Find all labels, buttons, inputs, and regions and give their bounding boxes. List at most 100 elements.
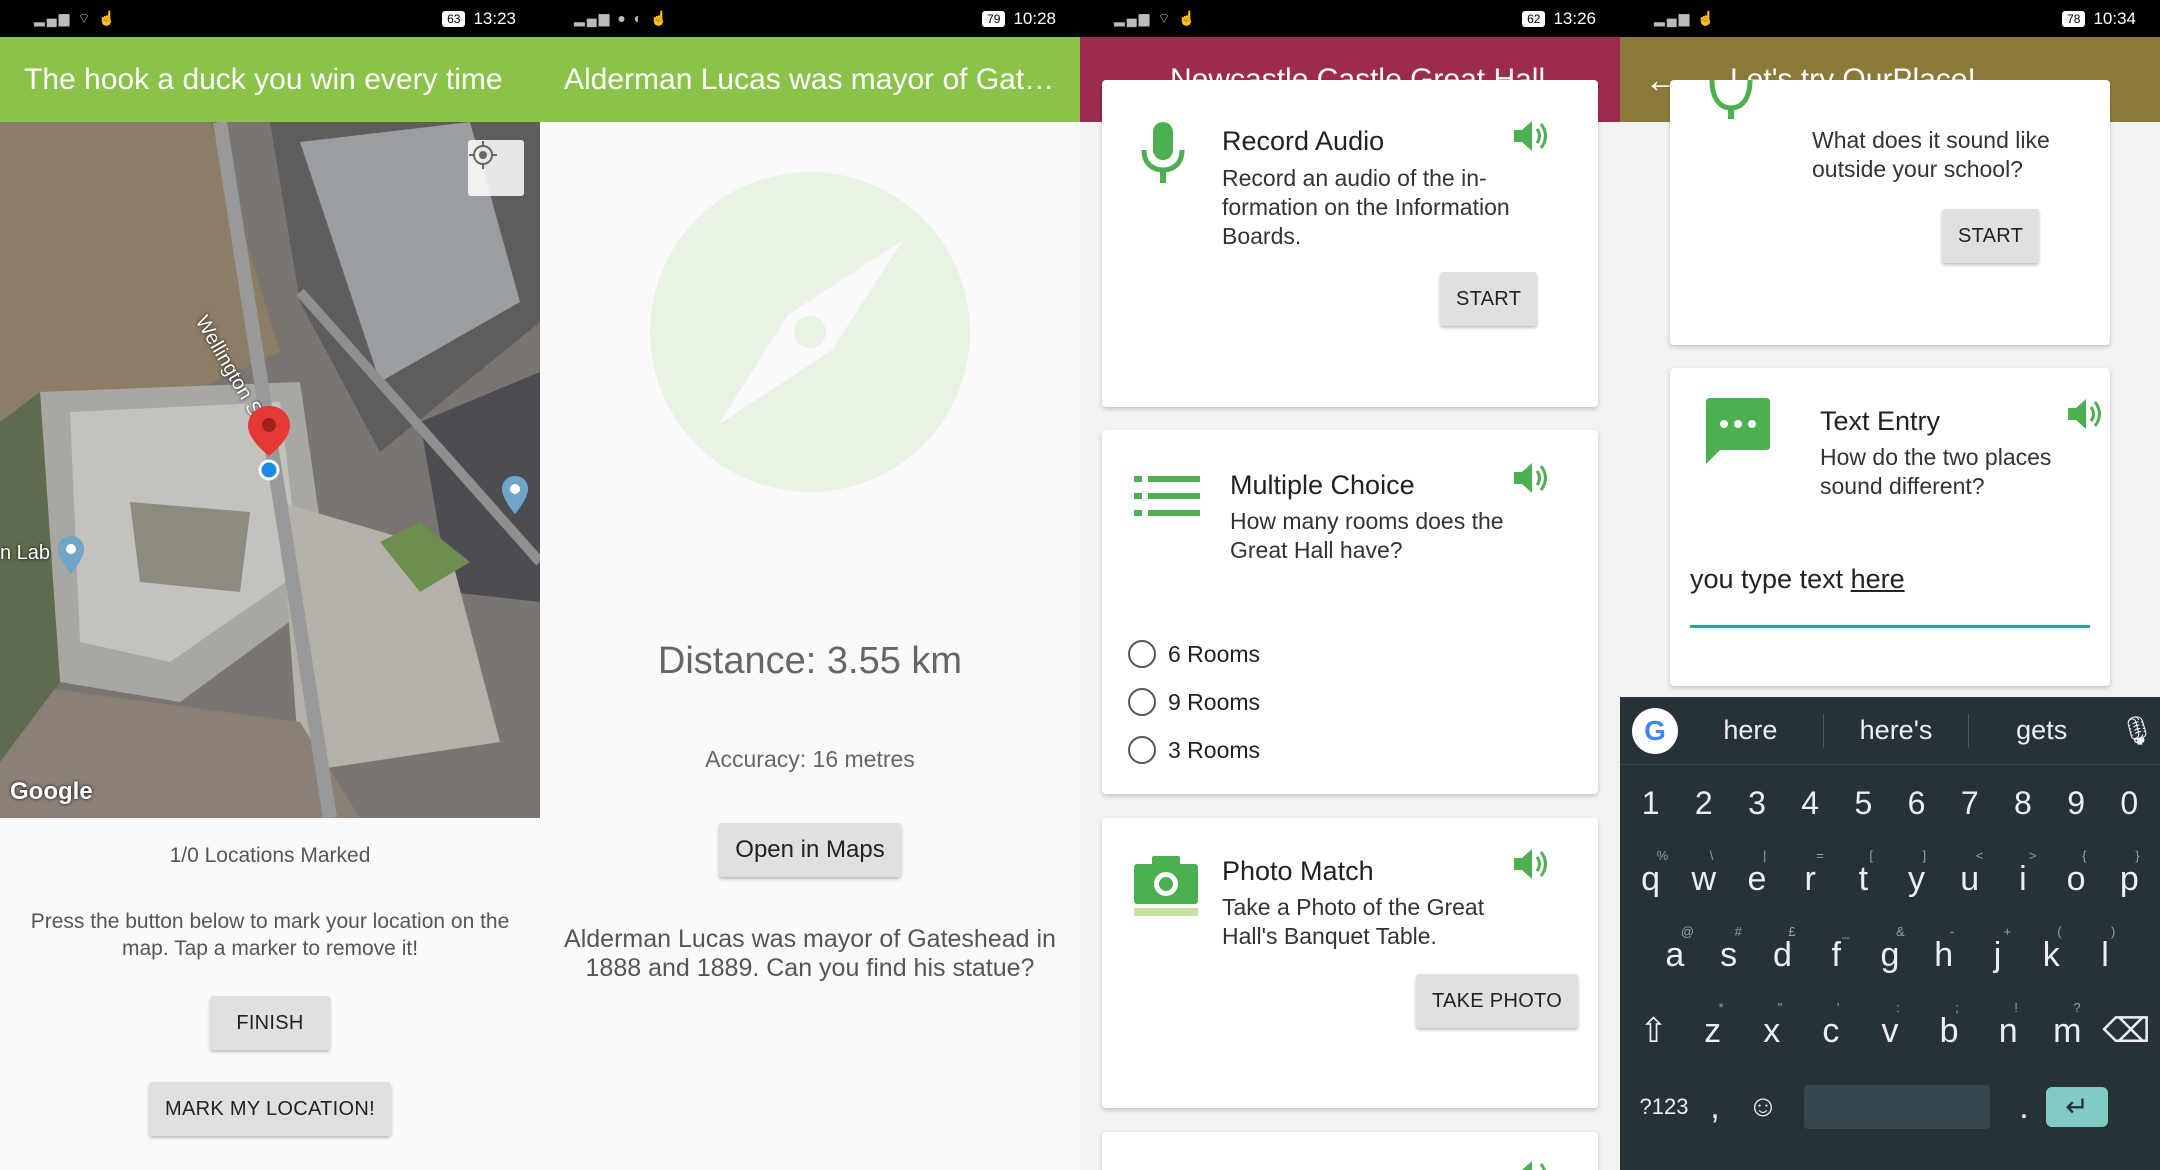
text-entry-screen: ▂▄▆ ☝ 78 10:34 ← Let's try OurPlace! Wha… [1620,0,2160,1170]
speaker-icon[interactable] [1510,458,1552,498]
photo-match-card[interactable]: Photo Match Take a Photo of the Great Ha… [1102,818,1598,1108]
key-h[interactable]: h- [1919,924,1969,975]
key-q[interactable]: q% [1626,848,1676,899]
key-hint: " [1777,999,1783,1015]
key-d[interactable]: d £ [1757,924,1807,975]
key-4[interactable]: 4 [1785,785,1835,822]
my-location-button[interactable] [468,140,524,196]
key-b[interactable]: b; [1924,1000,1974,1051]
key-label: j [1993,935,2002,974]
key-s[interactable]: s # [1704,924,1754,975]
key-w[interactable]: w \ [1679,848,1729,899]
key-g[interactable]: g & [1865,924,1915,975]
finish-button[interactable]: FINISH [210,996,330,1050]
speaker-icon[interactable] [2064,394,2106,434]
suggestion[interactable]: here's [1824,715,1969,746]
key-hint: < [1975,847,1984,863]
symbols-key[interactable]: ?123 [1632,1094,1696,1120]
radio-option[interactable]: 6 Rooms [1128,640,1260,668]
key-0[interactable]: 0 [2104,785,2154,822]
key-label: y [1908,859,1926,898]
key-label: 7 [1960,784,1979,821]
poi-marker-icon[interactable] [56,534,86,578]
battery-indicator: 79 [982,10,1006,27]
key-i[interactable]: i > [1998,848,2048,899]
emoji-icon[interactable]: ☺ [1734,1090,1792,1124]
satellite-map[interactable]: Wellington St n Lab Google [0,122,540,818]
key-e[interactable]: e | [1732,848,1782,899]
key-r[interactable]: r = [1785,848,1835,899]
mark-location-button[interactable]: MARK MY LOCATION! [149,1082,391,1136]
radio-option[interactable]: 3 Rooms [1128,736,1260,764]
key-hint: - [1949,923,1955,939]
key-n[interactable]: n! [1983,1000,2033,1051]
shift-key-icon[interactable]: ⇧ [1629,1011,1679,1051]
speaker-icon[interactable] [1510,1156,1552,1170]
key-x[interactable]: x " [1747,1000,1797,1051]
sound-question-card[interactable]: What does it sound like outside your sch… [1670,80,2110,345]
radio-circle[interactable] [1128,640,1156,668]
location-marker-icon[interactable] [246,404,292,484]
multiple-choice-card[interactable]: Multiple Choice How many rooms does the … [1102,430,1598,794]
key-2[interactable]: 2 [1679,785,1729,822]
soft-keyboard[interactable]: G here here's gets 🎙 1234567890 q% w \ e | r =… [1620,697,2160,1170]
key-m[interactable]: m? [2042,1000,2092,1051]
key-3[interactable]: 3 [1732,785,1782,822]
backspace-icon[interactable]: ⌫ [2101,1011,2151,1051]
period-key[interactable]: . [2002,1088,2046,1127]
key-label: 5 [1854,784,1873,821]
key-a[interactable]: a @ [1650,924,1700,975]
key-o[interactable]: o{ [2051,848,2101,899]
key-label: q [1641,859,1661,898]
radio-option[interactable]: 9 Rooms [1128,688,1260,716]
key-label: u [1960,859,1980,898]
key-1[interactable]: 1 [1626,785,1676,822]
key-hint: _ [1842,923,1850,939]
key-f[interactable]: f _ [1811,924,1861,975]
record-audio-card[interactable]: Record Audio Record an audio of the in-f… [1102,80,1598,407]
open-in-maps-button[interactable]: Open in Maps [719,823,901,877]
radio-circle[interactable] [1128,688,1156,716]
key-v[interactable]: v: [1865,1000,1915,1051]
radio-circle[interactable] [1128,736,1156,764]
key-p[interactable]: p} [2104,848,2154,899]
key-6[interactable]: 6 [1892,785,1942,822]
key-l[interactable]: l) [2080,924,2130,975]
key-hint: ( [2057,923,2062,939]
key-u[interactable]: u < [1945,848,1995,899]
map-screen: ▂▄▆ ⌔ ☝ 63 13:23 The hook a duck you win… [0,0,540,1170]
key-t[interactable]: t[ [1838,848,1888,899]
comma-key[interactable]: , [1696,1088,1734,1127]
next-activity-card[interactable] [1102,1132,1598,1170]
enter-key-icon[interactable]: ↵ [2046,1087,2108,1127]
start-button[interactable]: START [1942,209,2040,263]
key-y[interactable]: y] [1892,848,1942,899]
start-button[interactable]: START [1440,272,1538,326]
status-icons: ▂▄▆ ● ◐ ☝ [574,10,670,26]
space-bar[interactable] [1804,1085,1990,1129]
key-label: n [1998,1011,2018,1050]
key-z[interactable]: z * [1688,1000,1738,1051]
key-hint: # [1734,923,1742,939]
speaker-icon[interactable] [1510,844,1552,884]
key-hint: + [2003,923,2012,939]
google-logo: Google [10,778,93,805]
key-5[interactable]: 5 [1838,785,1888,822]
key-j[interactable]: j + [1972,924,2022,975]
key-hint: ' [1836,999,1840,1015]
key-7[interactable]: 7 [1945,785,1995,822]
google-g-icon[interactable]: G [1632,707,1678,754]
key-9[interactable]: 9 [2051,785,2101,822]
take-photo-button[interactable]: TAKE PHOTO [1416,974,1579,1028]
text-input[interactable]: you type text here [1690,564,2090,628]
suggestion[interactable]: gets [1969,715,2114,746]
key-8[interactable]: 8 [1998,785,2048,822]
text-entry-card[interactable]: Text Entry How do the two places sound d… [1670,368,2110,686]
key-hint: = [1816,847,1824,863]
microphone-icon[interactable]: 🎙 [2114,714,2160,747]
suggestion[interactable]: here [1678,715,1823,746]
poi-marker-icon[interactable] [500,474,530,518]
key-k[interactable]: k( [2026,924,2076,975]
speaker-icon[interactable] [1510,116,1552,156]
key-c[interactable]: c ' [1806,1000,1856,1051]
